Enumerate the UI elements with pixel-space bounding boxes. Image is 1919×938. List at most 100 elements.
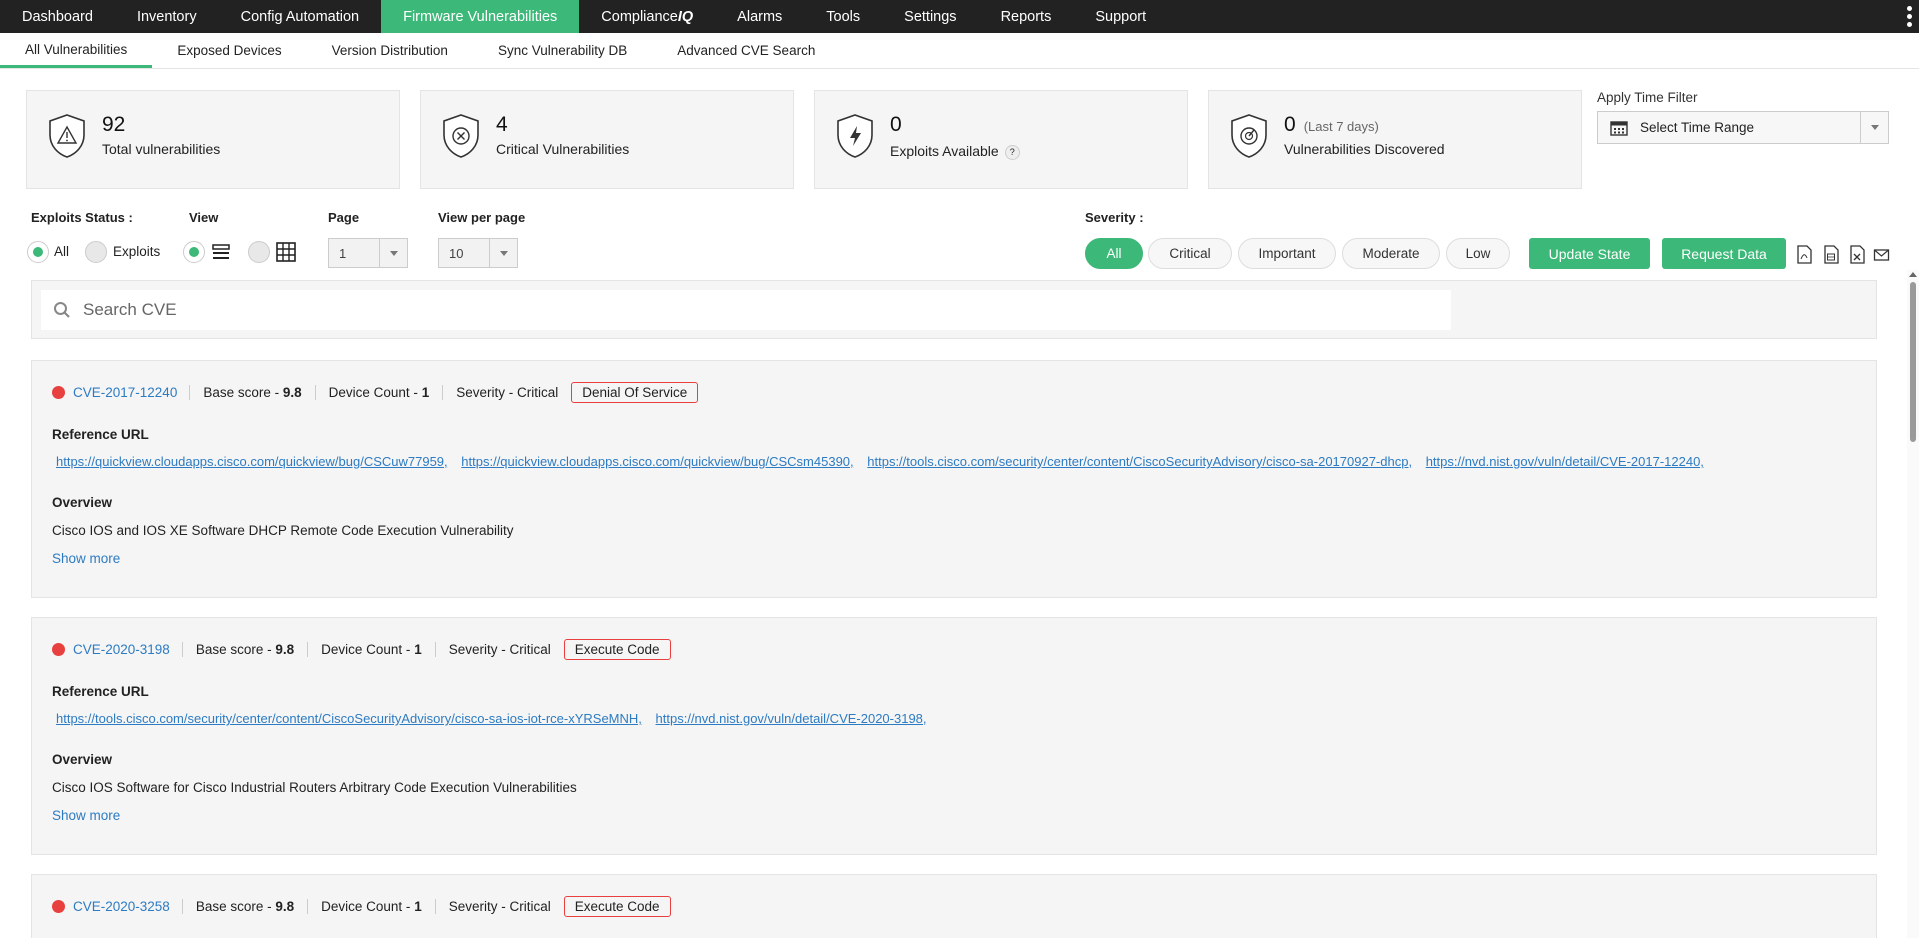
cve-card: CVE-2020-3258 Base score - 9.8 Device Co…: [31, 874, 1877, 938]
shield-warning-icon: [49, 114, 85, 158]
nav-dashboard[interactable]: Dashboard: [0, 0, 115, 33]
critical-severity-dot-icon: [52, 642, 65, 656]
overview-heading: Overview: [52, 752, 113, 767]
nav-compliance-iq[interactable]: Compliance IQ: [579, 0, 715, 33]
severity-text: Severity - Critical: [456, 384, 559, 400]
chevron-down-icon[interactable]: [489, 239, 517, 267]
severity-critical-button[interactable]: Critical: [1148, 238, 1232, 269]
list-view-icon[interactable]: [211, 243, 231, 261]
search-icon: [54, 302, 70, 318]
nav-support[interactable]: Support: [1073, 0, 1168, 33]
search-cve-input[interactable]: [83, 300, 1383, 320]
scroll-up-icon[interactable]: [1909, 272, 1917, 277]
csv-export-icon[interactable]: [1823, 245, 1839, 264]
base-score: Base score - 9.8: [183, 641, 309, 657]
severity-important-button[interactable]: Important: [1238, 238, 1336, 269]
total-vulnerabilities-label: Total vulnerabilities: [102, 141, 221, 157]
per-page-value: 10: [449, 245, 464, 261]
page-select[interactable]: 1: [328, 238, 408, 268]
more-options-icon[interactable]: [1905, 4, 1913, 28]
tab-sync-vulnerability-db[interactable]: Sync Vulnerability DB: [473, 33, 652, 68]
email-icon[interactable]: [1873, 245, 1890, 264]
critical-severity-dot-icon: [52, 899, 65, 913]
per-page-label: View per page: [438, 210, 526, 225]
sub-navigation: All Vulnerabilities Exposed Devices Vers…: [0, 33, 1919, 69]
severity-text: Severity - Critical: [448, 898, 551, 914]
nav-reports[interactable]: Reports: [979, 0, 1074, 33]
stat-card-total: 92 Total vulnerabilities: [26, 90, 400, 189]
severity-all-button[interactable]: All: [1085, 238, 1143, 269]
view-list-radio[interactable]: [183, 241, 205, 263]
exploits-only-label: Exploits: [113, 244, 161, 259]
excel-export-icon[interactable]: [1849, 245, 1865, 264]
help-icon[interactable]: ?: [1004, 145, 1020, 160]
base-score-label: Base score -: [203, 384, 283, 400]
nav-compliance-iq-suffix: IQ: [677, 8, 694, 25]
exploits-all-radio[interactable]: [27, 241, 49, 263]
overview-text: Cisco IOS Software for Cisco Industrial …: [52, 780, 577, 795]
total-vulnerabilities-count: 92: [102, 113, 126, 136]
cve-header: CVE-2017-12240 Base score - 9.8 Device C…: [52, 380, 699, 404]
tab-exposed-devices[interactable]: Exposed Devices: [152, 33, 306, 68]
reference-link[interactable]: https://nvd.nist.gov/vuln/detail/CVE-201…: [1426, 454, 1704, 469]
severity-moderate-button[interactable]: Moderate: [1342, 238, 1440, 269]
nav-inventory[interactable]: Inventory: [115, 0, 219, 33]
nav-tools[interactable]: Tools: [804, 0, 882, 33]
severity-low-button[interactable]: Low: [1446, 238, 1510, 269]
discovered-period-note: (Last 7 days): [1303, 119, 1379, 134]
exploits-status-label: Exploits Status :: [31, 210, 133, 225]
reference-link[interactable]: https://quickview.cloudapps.cisco.com/qu…: [56, 454, 448, 469]
device-count: Device Count - 1: [316, 384, 444, 400]
request-data-button[interactable]: Request Data: [1662, 238, 1786, 269]
device-count-label: Device Count -: [321, 641, 415, 657]
view-grid-radio[interactable]: [248, 241, 270, 263]
time-filter-label: Apply Time Filter: [1597, 90, 1698, 105]
exploits-only-radio[interactable]: [85, 241, 107, 263]
grid-view-icon[interactable]: [276, 242, 296, 262]
tab-advanced-cve-search[interactable]: Advanced CVE Search: [652, 33, 840, 68]
cve-id-link[interactable]: CVE-2020-3198: [73, 641, 183, 657]
chevron-down-icon[interactable]: [1860, 112, 1888, 143]
stat-card-critical: 4 Critical Vulnerabilities: [420, 90, 794, 189]
pdf-export-icon[interactable]: [1796, 245, 1812, 264]
tab-all-vulnerabilities[interactable]: All Vulnerabilities: [0, 33, 153, 68]
search-panel: [31, 280, 1877, 339]
time-range-select[interactable]: Select Time Range: [1597, 111, 1889, 144]
nav-firmware-vulnerabilities[interactable]: Firmware Vulnerabilities: [381, 0, 580, 33]
per-page-select[interactable]: 10: [438, 238, 518, 268]
nav-settings[interactable]: Settings: [882, 0, 978, 33]
base-score-value: 9.8: [282, 384, 302, 400]
cve-header: CVE-2020-3198 Base score - 9.8 Device Co…: [52, 637, 671, 661]
page-scrollbar[interactable]: [1907, 270, 1919, 938]
critical-severity-dot-icon: [52, 385, 65, 399]
cve-header: CVE-2020-3258 Base score - 9.8 Device Co…: [52, 894, 671, 918]
reference-link[interactable]: https://nvd.nist.gov/vuln/detail/CVE-202…: [656, 711, 927, 726]
overview-text: Cisco IOS and IOS XE Software DHCP Remot…: [52, 523, 514, 538]
cve-id-link[interactable]: CVE-2020-3258: [73, 898, 183, 914]
reference-link[interactable]: https://tools.cisco.com/security/center/…: [56, 711, 642, 726]
base-score: Base score - 9.8: [183, 898, 309, 914]
show-more-link[interactable]: Show more: [52, 808, 120, 823]
cve-card: CVE-2017-12240 Base score - 9.8 Device C…: [31, 360, 1877, 598]
cve-card: CVE-2020-3198 Base score - 9.8 Device Co…: [31, 617, 1877, 855]
reference-link[interactable]: https://quickview.cloudapps.cisco.com/qu…: [461, 454, 853, 469]
critical-vulnerabilities-count: 4: [496, 113, 508, 136]
show-more-link[interactable]: Show more: [52, 551, 120, 566]
reference-link[interactable]: https://tools.cisco.com/security/center/…: [867, 454, 1412, 469]
exploits-all-label: All: [54, 244, 70, 259]
severity-label: Severity :: [1085, 210, 1144, 225]
nav-config-automation[interactable]: Config Automation: [219, 0, 382, 33]
device-count-label: Device Count -: [328, 384, 422, 400]
tab-version-distribution[interactable]: Version Distribution: [307, 33, 473, 68]
stat-card-discovered: 0 (Last 7 days) Vulnerabilities Discovere…: [1208, 90, 1582, 189]
cve-id-link[interactable]: CVE-2017-12240: [73, 384, 191, 400]
overview-heading: Overview: [52, 495, 113, 510]
nav-alarms[interactable]: Alarms: [715, 0, 804, 33]
scrollbar-thumb[interactable]: [1910, 282, 1916, 442]
device-count-label: Device Count -: [321, 898, 415, 914]
reference-url-heading: Reference URL: [52, 684, 149, 699]
chevron-down-icon[interactable]: [379, 239, 407, 267]
exploits-available-label: Exploits Available: [890, 143, 999, 159]
update-state-button[interactable]: Update State: [1529, 238, 1650, 269]
device-count: Device Count - 1: [308, 898, 436, 914]
